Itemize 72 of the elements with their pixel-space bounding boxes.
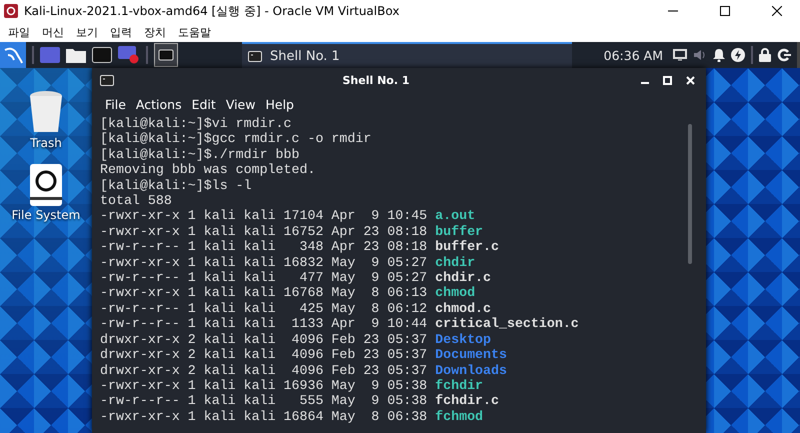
file-details: -rwxr-xr-x 1 kali kali 16752 Apr 23 08:18	[100, 224, 428, 240]
file-details: -rw-r--r-- 1 kali kali 348 Apr 23 08:18	[100, 239, 428, 255]
file-name: Documents	[435, 347, 507, 362]
folder-icon[interactable]	[66, 47, 86, 63]
terminal-window-icon[interactable]	[154, 43, 178, 67]
desktop-icon-label[interactable]: Trash	[30, 136, 62, 150]
terminal-line: [kali@kali:~]$ls -l	[100, 178, 252, 194]
file-name: buffer.c	[435, 239, 499, 255]
terminal-icon	[248, 50, 262, 62]
menu-item[interactable]: Actions	[130, 96, 187, 112]
file-name: fchdir	[435, 378, 484, 394]
file-name: chmod	[435, 285, 476, 301]
terminal-title: Shell No. 1	[341, 74, 410, 86]
terminal-line: total 588	[100, 193, 172, 208]
file-name: fchmod	[435, 408, 484, 424]
menu-item[interactable]: 머신	[36, 24, 70, 40]
menu-item[interactable]: File	[100, 96, 131, 112]
taskbar-task[interactable]: Shell No. 1	[242, 42, 572, 68]
file-name: buffer	[435, 224, 484, 240]
clock[interactable]: 06:36 AM	[604, 48, 663, 62]
file-details: -rwxr-xr-x 1 kali kali 16864 May 8 06:38	[100, 408, 428, 424]
power-bolt-icon[interactable]	[731, 48, 745, 62]
scrollbar[interactable]	[688, 124, 692, 264]
file-details: -rwxr-xr-x 1 kali kali 16768 May 8 06:13	[100, 285, 428, 301]
file-details: -rw-r--r-- 1 kali kali 555 May 9 05:38	[100, 393, 428, 409]
desktop-icon-label[interactable]: File System	[12, 208, 80, 222]
maximize-icon	[720, 6, 730, 16]
file-name: chdir	[435, 254, 476, 270]
bell-icon[interactable]	[713, 48, 725, 62]
menu-item[interactable]: 장치	[138, 24, 172, 40]
file-details: -rw-r--r-- 1 kali kali 477 May 9 05:27	[100, 270, 428, 286]
file-name: fchdir.c	[435, 393, 499, 409]
file-name: Downloads	[435, 362, 507, 378]
logout-icon[interactable]	[777, 48, 791, 62]
maximize-icon	[663, 76, 672, 84]
close-icon	[686, 76, 695, 84]
file-name: chdir.c	[435, 270, 492, 286]
terminal-line: Removing bbb was completed.	[100, 162, 316, 178]
menu-item[interactable]: Help	[260, 96, 299, 112]
menu-item[interactable]: 도움말	[172, 24, 217, 40]
terminal-launcher-icon[interactable]	[92, 47, 112, 63]
file-details: drwxr-xr-x 2 kali kali 4096 Feb 23 05:37	[100, 362, 428, 378]
file-details: -rwxr-xr-x 1 kali kali 17104 Apr 9 10:45	[100, 208, 428, 224]
trash-icon[interactable]	[29, 90, 63, 134]
file-name: critical_section.c	[435, 316, 579, 332]
menu-item[interactable]: Edit	[186, 96, 221, 112]
volume-icon[interactable]	[693, 49, 707, 61]
maximize-button[interactable]	[660, 76, 675, 84]
terminal-line: [kali@kali:~]$./rmdir bbb	[100, 146, 300, 162]
file-name: chmod.c	[435, 300, 492, 316]
file-name: a.out	[435, 208, 476, 224]
file-details: drwxr-xr-x 2 kali kali 4096 Feb 23 05:37	[100, 332, 428, 348]
menu-item[interactable]: 보기	[70, 24, 104, 40]
close-icon	[772, 6, 782, 16]
file-details: -rw-r--r-- 1 kali kali 425 May 8 06:12	[100, 300, 428, 316]
file-details: -rwxr-xr-x 1 kali kali 16936 May 9 05:38	[100, 378, 428, 394]
lock-icon[interactable]	[759, 48, 771, 62]
file-details: drwxr-xr-x 2 kali kali 4096 Feb 23 05:37	[100, 347, 428, 362]
screen-recorder-icon[interactable]	[118, 46, 140, 64]
drive-icon[interactable]	[30, 164, 62, 206]
file-details: -rwxr-xr-x 1 kali kali 16832 May 9 05:27	[100, 254, 428, 270]
menu-item[interactable]: 입력	[104, 24, 138, 40]
terminal-line: [kali@kali:~]$vi rmdir.c	[100, 116, 292, 132]
file-name: Desktop	[435, 332, 492, 348]
window-title: Kali-Linux-2021.1-vbox-amd64 [실행 중] - Oracle VM VirtualBox	[24, 2, 400, 20]
menu-item[interactable]: 파일	[2, 24, 36, 40]
terminal-line: [kali@kali:~]$gcc rmdir.c -o rmdir	[100, 131, 372, 147]
file-details: -rw-r--r-- 1 kali kali 1133 Apr 9 10:44	[100, 316, 428, 332]
display-icon[interactable]	[673, 49, 687, 61]
menu-item[interactable]: View	[220, 96, 260, 112]
terminal-icon	[100, 74, 114, 86]
app-logo-icon	[4, 4, 18, 18]
